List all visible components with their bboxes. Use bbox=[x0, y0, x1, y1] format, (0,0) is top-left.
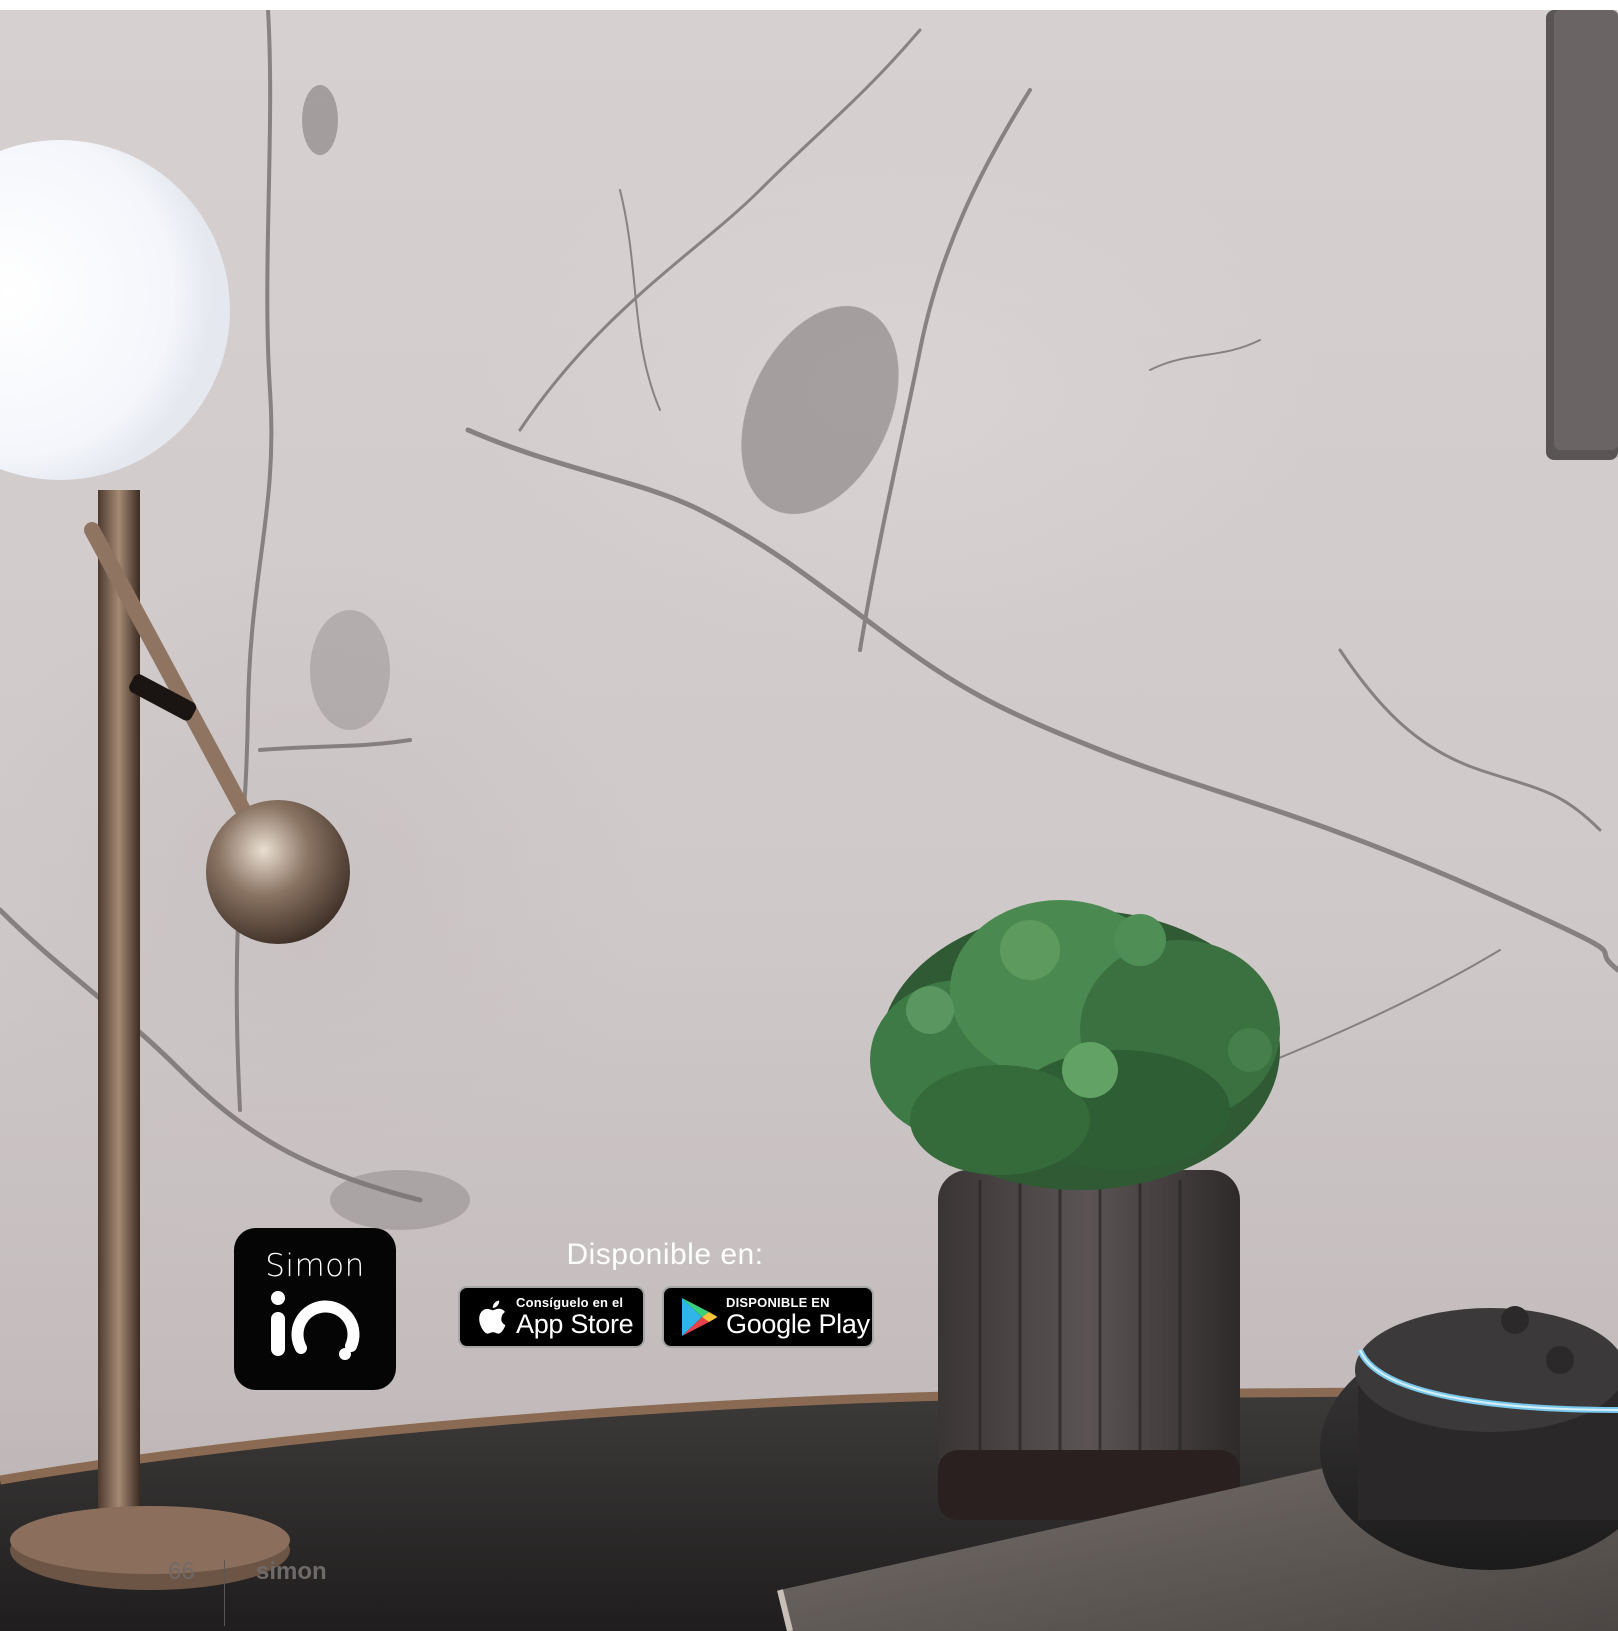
google-play-small-text: DISPONIBLE EN bbox=[726, 1295, 830, 1310]
footer-divider bbox=[224, 1560, 225, 1626]
app-store-small-text: Consíguelo en el bbox=[516, 1295, 624, 1310]
availability-label: Disponible en: bbox=[566, 1238, 764, 1271]
marble-wall-scene bbox=[0, 10, 1618, 1631]
io-logo-icon bbox=[271, 1291, 360, 1360]
google-play-big-text: Google Play bbox=[726, 1309, 870, 1339]
google-play-badge[interactable]: DISPONIBLE EN Google Play bbox=[662, 1286, 874, 1348]
google-play-icon bbox=[676, 1296, 722, 1338]
app-store-big-text: App Store bbox=[516, 1309, 634, 1339]
app-store-badge[interactable]: Consíguelo en el App Store bbox=[458, 1286, 645, 1348]
page-number: 66 bbox=[168, 1558, 195, 1585]
simon-io-app-icon: Simon bbox=[234, 1228, 396, 1390]
apple-icon bbox=[472, 1299, 512, 1335]
footer-brand: simon bbox=[256, 1558, 327, 1585]
app-icon-brand: Simon bbox=[265, 1248, 365, 1284]
interior-photo bbox=[0, 10, 1618, 1631]
